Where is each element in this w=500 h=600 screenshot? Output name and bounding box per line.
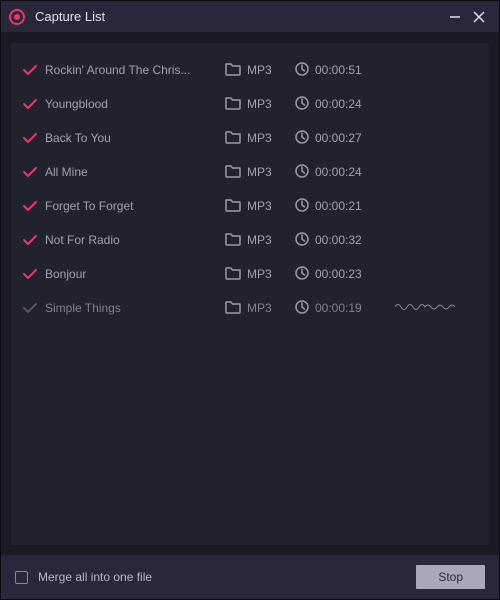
clock-icon: [295, 96, 309, 113]
app-logo-icon: [9, 9, 25, 25]
waveform: [395, 300, 477, 317]
capture-list: Rockin' Around The Chris... MP3 00:00:51 Yo…: [11, 43, 489, 545]
clock-icon: [295, 300, 309, 317]
clock-icon: [295, 130, 309, 147]
check-icon: [23, 133, 45, 144]
folder-icon: [225, 62, 241, 79]
track-duration: 00:00:32: [315, 233, 362, 247]
clock-icon: [295, 164, 309, 181]
track-duration: 00:00:21: [315, 199, 362, 213]
clock-icon: [295, 62, 309, 79]
track-name: Rockin' Around The Chris...: [45, 63, 225, 77]
track-duration: 00:00:23: [315, 267, 362, 281]
folder-icon: [225, 300, 241, 317]
clock-icon: [295, 198, 309, 215]
merge-checkbox[interactable]: [15, 571, 28, 584]
track-row[interactable]: Forget To Forget MP3 00:00:21: [23, 189, 477, 223]
track-duration: 00:00:51: [315, 63, 362, 77]
folder-icon: [225, 266, 241, 283]
track-name: Forget To Forget: [45, 199, 225, 213]
close-button[interactable]: [467, 5, 491, 29]
track-name: Simple Things: [45, 301, 225, 315]
track-format: MP3: [247, 233, 272, 247]
track-duration: 00:00:27: [315, 131, 362, 145]
track-format: MP3: [247, 267, 272, 281]
check-icon: [23, 201, 45, 212]
track-format: MP3: [247, 301, 272, 315]
merge-label: Merge all into one file: [38, 570, 152, 584]
track-duration: 00:00:19: [315, 301, 362, 315]
track-format: MP3: [247, 199, 272, 213]
track-format: MP3: [247, 165, 272, 179]
track-row[interactable]: Simple Things MP3 00:00:19: [23, 291, 477, 325]
titlebar: Capture List: [1, 1, 499, 33]
folder-icon: [225, 198, 241, 215]
clock-icon: [295, 266, 309, 283]
folder-icon: [225, 164, 241, 181]
track-name: All Mine: [45, 165, 225, 179]
track-row[interactable]: All Mine MP3 00:00:24: [23, 155, 477, 189]
check-icon: [23, 303, 45, 314]
check-icon: [23, 167, 45, 178]
track-row[interactable]: Bonjour MP3 00:00:23: [23, 257, 477, 291]
minimize-button[interactable]: [443, 5, 467, 29]
track-duration: 00:00:24: [315, 165, 362, 179]
folder-icon: [225, 232, 241, 249]
stop-button[interactable]: Stop: [416, 565, 485, 589]
track-duration: 00:00:24: [315, 97, 362, 111]
track-format: MP3: [247, 97, 272, 111]
track-format: MP3: [247, 63, 272, 77]
footer: Merge all into one file Stop: [1, 555, 499, 599]
folder-icon: [225, 96, 241, 113]
check-icon: [23, 65, 45, 76]
window-title: Capture List: [35, 9, 443, 24]
track-name: Not For Radio: [45, 233, 225, 247]
track-name: Bonjour: [45, 267, 225, 281]
track-format: MP3: [247, 131, 272, 145]
check-icon: [23, 235, 45, 246]
check-icon: [23, 99, 45, 110]
track-row[interactable]: Rockin' Around The Chris... MP3 00:00:51: [23, 53, 477, 87]
check-icon: [23, 269, 45, 280]
clock-icon: [295, 232, 309, 249]
track-row[interactable]: Back To You MP3 00:00:27: [23, 121, 477, 155]
track-row[interactable]: Youngblood MP3 00:00:24: [23, 87, 477, 121]
folder-icon: [225, 130, 241, 147]
track-row[interactable]: Not For Radio MP3 00:00:32: [23, 223, 477, 257]
track-name: Back To You: [45, 131, 225, 145]
track-name: Youngblood: [45, 97, 225, 111]
